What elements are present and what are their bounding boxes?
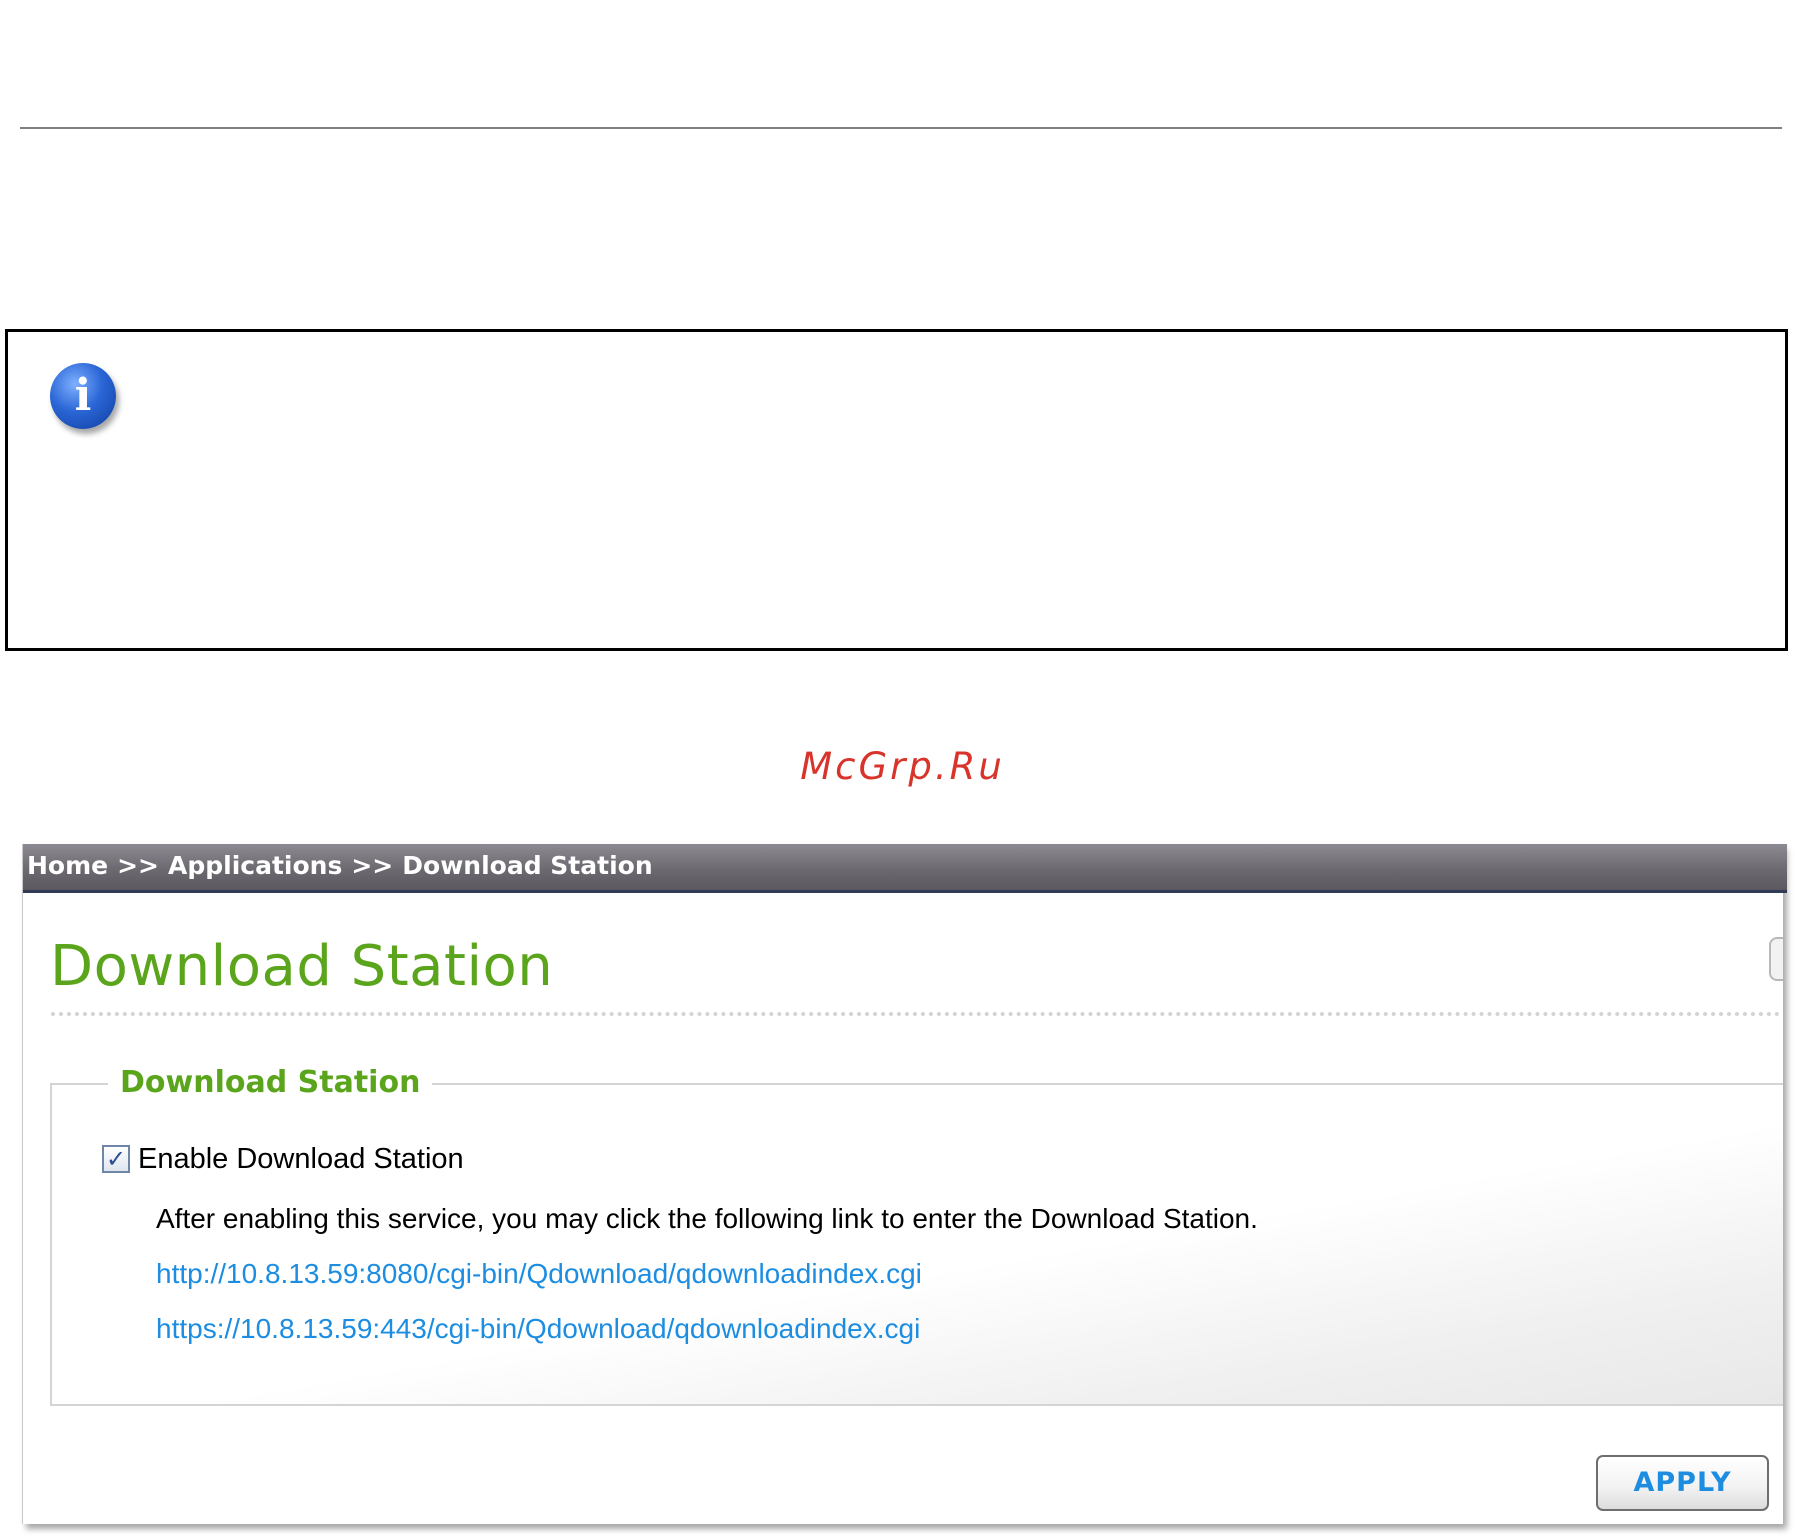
scrollbar-handle[interactable] <box>1769 937 1783 981</box>
info-note-box: i <box>5 329 1788 651</box>
apply-button[interactable]: APPLY <box>1596 1455 1769 1511</box>
breadcrumb-applications[interactable]: Applications <box>168 851 342 880</box>
watermark: McGrp.Ru <box>800 745 1005 788</box>
info-icon: i <box>50 363 116 429</box>
breadcrumb: Home >> Applications >> Download Station <box>23 844 1787 893</box>
section-legend: Download Station <box>108 1061 433 1105</box>
title-divider <box>51 1012 1781 1016</box>
enable-download-station-checkbox[interactable]: ✓ <box>102 1145 130 1173</box>
breadcrumb-separator: >> <box>351 851 394 880</box>
breadcrumb-current: Download Station <box>402 851 653 880</box>
top-rule <box>20 127 1782 129</box>
page-title: Download Station <box>50 934 554 999</box>
download-station-fieldset: Download Station ✓ Enable Download Stati… <box>50 1061 1783 1406</box>
https-station-link[interactable]: https://10.8.13.59:443/cgi-bin/Qdownload… <box>156 1313 920 1345</box>
enable-download-station-label[interactable]: Enable Download Station <box>138 1143 464 1176</box>
enable-row: ✓ Enable Download Station <box>102 1142 464 1176</box>
download-station-panel: Home >> Applications >> Download Station Dow… <box>22 844 1787 1524</box>
helper-text: After enabling this service, you may cli… <box>156 1203 1258 1234</box>
http-station-link[interactable]: http://10.8.13.59:8080/cgi-bin/Qdownload… <box>156 1258 922 1290</box>
breadcrumb-separator: >> <box>117 851 160 880</box>
breadcrumb-home[interactable]: Home <box>27 851 108 880</box>
